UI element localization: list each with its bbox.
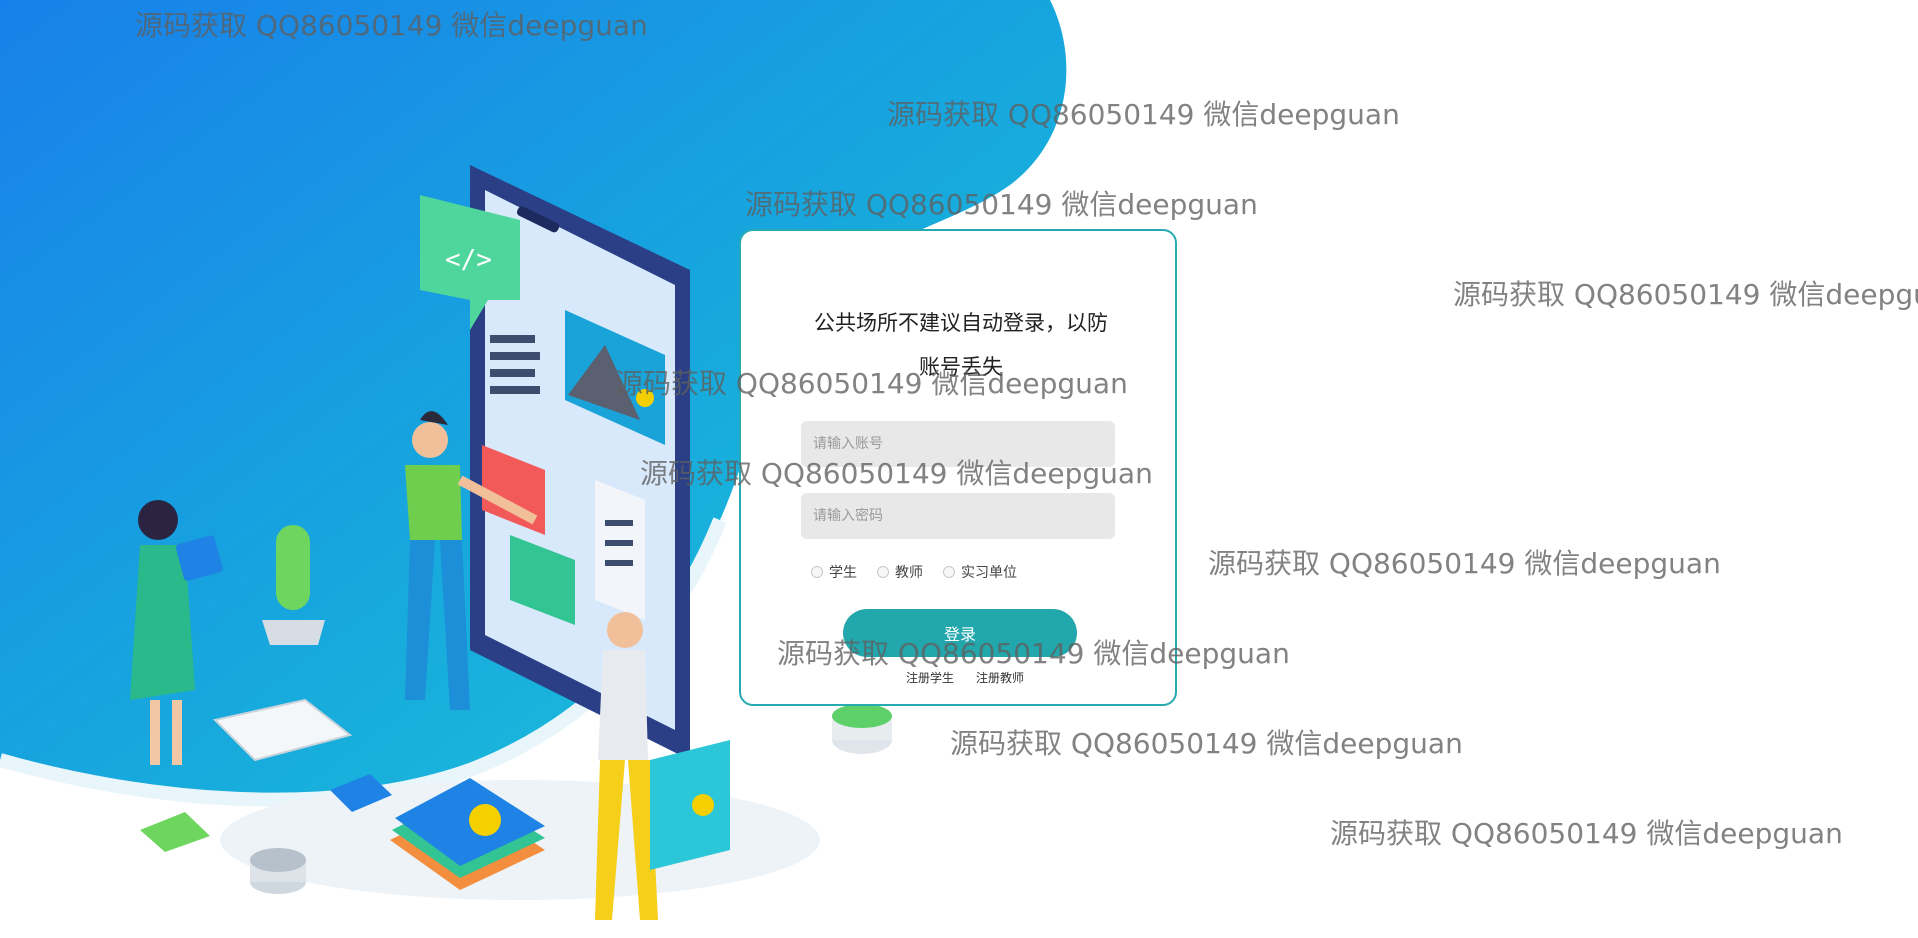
login-notice: 公共场所不建议自动登录，以防账号丢失 [814, 311, 1108, 379]
role-option-internship-unit[interactable]: 实习单位 [943, 562, 1017, 582]
svg-text:</>: </> [445, 245, 492, 275]
password-input[interactable] [801, 493, 1115, 539]
radio-icon[interactable] [811, 566, 823, 578]
role-label: 实习单位 [961, 565, 1017, 581]
radio-icon[interactable] [943, 566, 955, 578]
radio-icon[interactable] [877, 566, 889, 578]
role-radio-group: 学生 教师 实习单位 [811, 562, 1017, 582]
register-student-link[interactable]: 注册学生 [906, 669, 954, 686]
login-button[interactable]: 登录 [843, 609, 1077, 657]
role-option-student[interactable]: 学生 [811, 562, 857, 582]
login-page: </> 公共场所不建议自动登录，以防账号丢失 请输入账号 学生 教师 实习单位 … [0, 0, 1918, 938]
register-links: 注册学生 注册教师 [906, 669, 1024, 686]
role-option-teacher[interactable]: 教师 [877, 562, 923, 582]
role-label: 教师 [895, 565, 923, 581]
account-input[interactable] [801, 421, 1115, 467]
role-label: 学生 [829, 565, 857, 581]
login-card: 公共场所不建议自动登录，以防账号丢失 学生 教师 实习单位 登录 注册学生 注册… [739, 229, 1177, 706]
register-teacher-link[interactable]: 注册教师 [976, 669, 1024, 686]
